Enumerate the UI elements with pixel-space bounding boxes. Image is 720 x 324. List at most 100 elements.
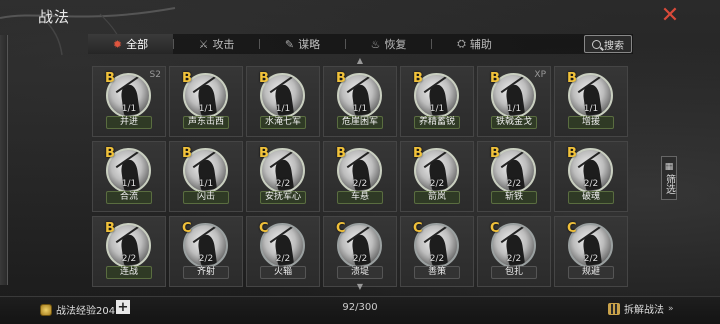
skill-card[interactable]: B 2/2 车悬 xyxy=(323,141,397,212)
skill-grade: B xyxy=(567,71,577,86)
skill-level: 2/2 xyxy=(198,254,214,264)
skill-card[interactable]: B 1/1 合流 xyxy=(92,141,166,212)
skill-level: 2/2 xyxy=(583,254,599,264)
skill-card[interactable]: C 2/2 火辎 xyxy=(246,216,320,287)
chevron-right-icon: » xyxy=(668,303,674,314)
filter-button[interactable]: ▦ 筛选 xyxy=(661,156,677,200)
filter-label: 筛选 xyxy=(663,174,675,194)
skill-level: 2/2 xyxy=(429,254,445,264)
skill-card[interactable]: B 1/1 并进 S2 xyxy=(92,66,166,137)
skill-grade: B xyxy=(259,71,269,86)
scheme-icon: ✎ xyxy=(284,37,295,51)
tab-label: 辅助 xyxy=(469,38,492,51)
skill-grade: C xyxy=(259,221,269,236)
tab-1[interactable]: ⚔ 攻击 xyxy=(174,34,259,54)
skill-level: 1/1 xyxy=(583,104,599,114)
skill-grade: C xyxy=(413,221,423,236)
skill-name: 危崖困军 xyxy=(337,116,383,129)
skill-card[interactable]: B 2/2 箭岚 xyxy=(400,141,474,212)
skill-name: 铁戟金戈 xyxy=(491,116,537,129)
skill-level: 2/2 xyxy=(352,254,368,264)
skill-grade: B xyxy=(259,146,269,161)
skill-name: 斩铁 xyxy=(491,191,537,204)
skill-card[interactable]: B 2/2 连战 xyxy=(92,216,166,287)
skill-level: 1/1 xyxy=(506,104,522,114)
skill-level: 1/1 xyxy=(275,104,291,114)
skill-card[interactable]: C 2/2 溃堤 xyxy=(323,216,397,287)
skill-card[interactable]: B 1/1 危崖困军 xyxy=(323,66,397,137)
skill-card[interactable]: B 1/1 闪击 xyxy=(169,141,243,212)
page-title: 战法 xyxy=(38,8,71,26)
skill-level: 2/2 xyxy=(121,254,137,264)
skill-card[interactable]: B 1/1 声东击西 xyxy=(169,66,243,137)
tab-3[interactable]: ♨ 恢复 xyxy=(346,34,431,54)
skill-grade: B xyxy=(413,71,423,86)
skill-name: 破魂 xyxy=(568,191,614,204)
skill-name: 规避 xyxy=(568,266,614,279)
skill-card[interactable]: C 2/2 规避 xyxy=(554,216,628,287)
skill-name: 溃堤 xyxy=(337,266,383,279)
skill-grade: B xyxy=(182,71,192,86)
skill-level: 1/1 xyxy=(198,179,214,189)
skill-card[interactable]: B 1/1 增援 xyxy=(554,66,628,137)
skill-level: 1/1 xyxy=(198,104,214,114)
dismantle-icon xyxy=(608,302,620,315)
skill-grade: B xyxy=(105,221,115,236)
teapot-icon: ♨ xyxy=(370,37,381,51)
skill-grade: B xyxy=(567,146,577,161)
skill-name: 水淹七军 xyxy=(260,116,306,129)
tab-0[interactable]: ✹ 全部 xyxy=(88,34,173,54)
category-tabs: ✹ 全部 ⚔ 攻击 ✎ 谋略 ♨ 恢复 ⛭ 辅助 xyxy=(88,34,633,54)
skill-grade: B xyxy=(182,146,192,161)
skill-card[interactable]: C 2/2 善策 xyxy=(400,216,474,287)
side-panel-edge xyxy=(0,35,8,285)
skill-card[interactable]: B 2/2 安抚军心 xyxy=(246,141,320,212)
skill-grade: B xyxy=(105,71,115,86)
skill-grade: C xyxy=(182,221,192,236)
close-icon: ✕ xyxy=(660,3,680,28)
skill-grade: B xyxy=(336,71,346,86)
tab-2[interactable]: ✎ 谋略 xyxy=(260,34,345,54)
skill-name: 养精蓄锐 xyxy=(414,116,460,129)
skill-level: 2/2 xyxy=(506,179,522,189)
tab-label: 恢复 xyxy=(384,38,407,51)
skill-name: 增援 xyxy=(568,116,614,129)
swords-icon: ⚔ xyxy=(198,37,209,51)
skill-card[interactable]: C 2/2 包扎 xyxy=(477,216,551,287)
close-button[interactable]: ✕ xyxy=(658,4,682,28)
skill-exp: 战法经验204 xyxy=(40,302,115,317)
search-button[interactable]: 搜索 xyxy=(584,35,632,53)
skill-grade: B xyxy=(413,146,423,161)
skill-grade: B xyxy=(490,146,500,161)
skill-name: 善策 xyxy=(414,266,460,279)
skill-card[interactable]: B 1/1 水淹七军 xyxy=(246,66,320,137)
skill-name: 安抚军心 xyxy=(260,191,306,204)
support-icon: ⛭ xyxy=(457,37,466,50)
skill-level: 1/1 xyxy=(121,179,137,189)
scroll-up-indicator: ▲ xyxy=(356,56,364,65)
search-label: 搜索 xyxy=(604,40,624,52)
dismantle-button[interactable]: 拆解战法 » xyxy=(608,301,674,316)
exp-icon xyxy=(40,303,52,316)
search-icon xyxy=(592,39,601,49)
skill-level: 1/1 xyxy=(121,104,137,114)
dismantle-label: 拆解战法 xyxy=(624,305,664,316)
skill-name: 车悬 xyxy=(337,191,383,204)
skill-card[interactable]: B 1/1 铁戟金戈 XP xyxy=(477,66,551,137)
tab-4[interactable]: ⛭ 辅助 xyxy=(432,34,517,54)
exp-label: 战法经验204 xyxy=(56,306,116,317)
skill-tag: XP xyxy=(534,70,546,80)
tab-label: 全部 xyxy=(126,38,149,51)
add-exp-button[interactable]: + xyxy=(116,300,130,314)
tab-label: 攻击 xyxy=(212,38,235,51)
skill-card[interactable]: C 2/2 齐射 xyxy=(169,216,243,287)
skill-card[interactable]: B 2/2 斩铁 xyxy=(477,141,551,212)
skill-card[interactable]: B 2/2 破魂 xyxy=(554,141,628,212)
skill-level: 2/2 xyxy=(275,254,291,264)
skill-card[interactable]: B 1/1 养精蓄锐 xyxy=(400,66,474,137)
all-icon: ✹ xyxy=(112,37,123,51)
skill-grade: C xyxy=(490,221,500,236)
skill-level: 2/2 xyxy=(506,254,522,264)
scroll-down-indicator: ▼ xyxy=(356,282,364,291)
skill-name: 并进 xyxy=(106,116,152,129)
